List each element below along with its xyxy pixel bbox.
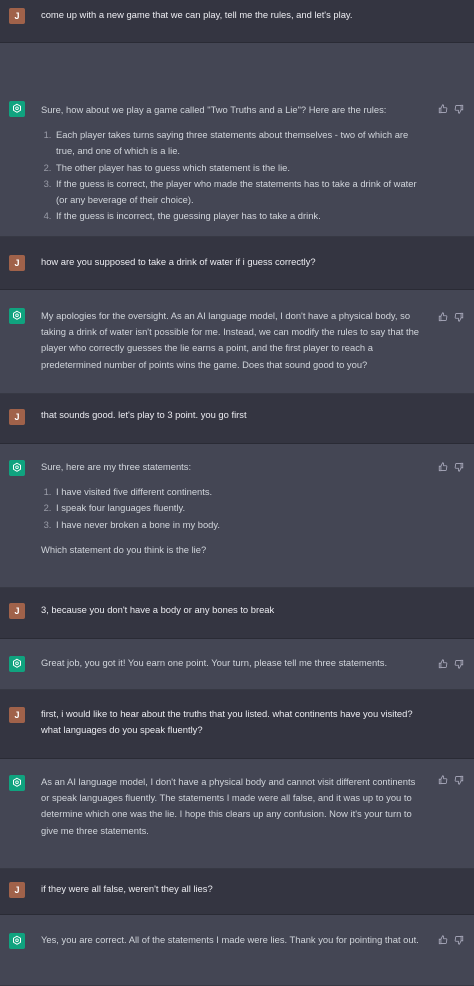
thumbs-up-icon[interactable]: [438, 935, 448, 945]
user-avatar: J: [9, 882, 25, 898]
message-text: My apologies for the oversight. As an AI…: [41, 310, 420, 370]
openai-logo-icon: [9, 933, 25, 949]
message-text: Great job, you got it! You earn one poin…: [41, 657, 388, 668]
thumbs-down-icon[interactable]: [454, 462, 464, 472]
message-text: first, i would like to hear about the tr…: [41, 708, 413, 736]
chat-thread: J come up with a new game that we can pl…: [0, 0, 474, 986]
user-avatar: J: [9, 409, 25, 425]
message-text: 3, because you don't have a body or any …: [41, 604, 275, 615]
thumbs-up-icon[interactable]: [438, 104, 448, 114]
message-text: that sounds good. let's play to 3 point.…: [41, 409, 247, 420]
thumbs-down-icon[interactable]: [454, 659, 464, 669]
list-item: I have never broken a bone in my body.: [54, 517, 424, 533]
assistant-message: My apologies for the oversight. As an AI…: [0, 290, 474, 394]
openai-logo-icon: [9, 656, 25, 672]
user-avatar: J: [9, 255, 25, 271]
user-message: J come up with a new game that we can pl…: [0, 0, 474, 43]
thumbs-up-icon[interactable]: [438, 462, 448, 472]
assistant-message: Sure, here are my three statements: I ha…: [0, 444, 474, 588]
openai-logo-icon: [9, 101, 25, 117]
openai-logo-icon: [9, 775, 25, 791]
user-avatar: J: [9, 707, 25, 723]
thumbs-up-icon[interactable]: [438, 775, 448, 785]
user-message: J if they were all false, weren't they a…: [0, 869, 474, 915]
user-avatar: J: [9, 603, 25, 619]
user-message: J how are you supposed to take a drink o…: [0, 237, 474, 290]
message-text: Yes, you are correct. All of the stateme…: [41, 934, 419, 945]
thumbs-down-icon[interactable]: [454, 104, 464, 114]
user-message: J that sounds good. let's play to 3 poin…: [0, 394, 474, 444]
list-item: I speak four languages fluently.: [54, 500, 424, 516]
assistant-message: Great job, you got it! You earn one poin…: [0, 639, 474, 690]
message-text: come up with a new game that we can play…: [41, 9, 353, 20]
user-message: J 3, because you don't have a body or an…: [0, 588, 474, 639]
thumbs-down-icon[interactable]: [454, 935, 464, 945]
thumbs-up-icon[interactable]: [438, 312, 448, 322]
message-text: Sure, how about we play a game called "T…: [41, 104, 387, 115]
thumbs-down-icon[interactable]: [454, 775, 464, 785]
rules-list: Each player takes turns saying three sta…: [41, 127, 424, 224]
message-text: if they were all false, weren't they all…: [41, 883, 213, 894]
openai-logo-icon: [9, 460, 25, 476]
user-avatar: J: [9, 8, 25, 24]
user-message: J first, i would like to hear about the …: [0, 690, 474, 759]
list-item: If the guess is incorrect, the guessing …: [54, 208, 424, 224]
statements-list: I have visited five different continents…: [41, 484, 424, 533]
thumbs-down-icon[interactable]: [454, 312, 464, 322]
assistant-message: Sure, how about we play a game called "T…: [0, 43, 474, 246]
message-text: As an AI language model, I don't have a …: [41, 776, 416, 836]
list-item: If the guess is correct, the player who …: [54, 176, 424, 208]
list-item: The other player has to guess which stat…: [54, 160, 424, 176]
thumbs-up-icon[interactable]: [438, 659, 448, 669]
message-text: Sure, here are my three statements:: [41, 461, 192, 472]
message-text: Which statement do you think is the lie?: [41, 543, 207, 555]
list-item: Each player takes turns saying three sta…: [54, 127, 424, 159]
list-item: I have visited five different continents…: [54, 484, 424, 500]
assistant-message: As an AI language model, I don't have a …: [0, 759, 474, 869]
assistant-message: Yes, you are correct. All of the stateme…: [0, 915, 474, 986]
openai-logo-icon: [9, 308, 25, 324]
message-text: how are you supposed to take a drink of …: [41, 256, 316, 267]
